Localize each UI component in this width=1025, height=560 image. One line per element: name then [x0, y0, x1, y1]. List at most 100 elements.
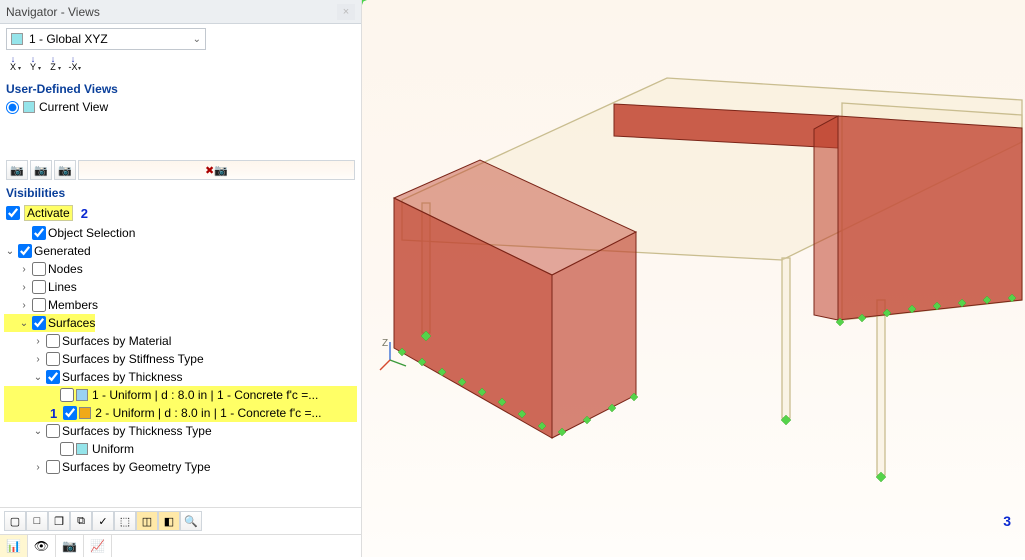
chevron-down-icon: ⌄: [193, 34, 201, 45]
axis-x-button[interactable]: ↓X▾: [3, 54, 23, 74]
camera-green-button[interactable]: 📷: [54, 160, 76, 180]
thickness-item-2[interactable]: 1 2 - Uniform | d : 8.0 in | 1 - Concrete…: [4, 404, 357, 422]
axis-z-label: Z: [382, 338, 388, 349]
tree-surfaces-by-thickness[interactable]: ⌄Surfaces by Thickness: [4, 368, 357, 386]
tool-btn-2[interactable]: □: [26, 511, 48, 531]
tab-camera[interactable]: 📷: [56, 535, 84, 557]
expand-icon[interactable]: ›: [18, 282, 30, 293]
tree-surfaces-by-geometry[interactable]: › Surfaces by Geometry Type: [4, 458, 357, 476]
axis-z-button[interactable]: ↓Z▾: [43, 54, 63, 74]
view-select-dropdown[interactable]: 1 - Global XYZ ⌄: [6, 28, 206, 50]
annotation-1: 1: [46, 406, 61, 421]
axis-neg-x-button[interactable]: ↓-X▾: [63, 54, 83, 74]
nodes-label: Nodes: [48, 262, 83, 276]
by-thickness-type-checkbox[interactable]: [46, 424, 60, 438]
thickness-1-label: 1 - Uniform | d : 8.0 in | 1 - Concrete …: [92, 388, 318, 402]
tool-btn-4[interactable]: ⧉: [70, 511, 92, 531]
expand-icon[interactable]: ›: [32, 336, 44, 347]
camera-toolbar: 📷 📷 📷 ✖📷: [0, 156, 361, 182]
tree-generated[interactable]: ⌄ Generated: [4, 242, 357, 260]
object-selection-label: Object Selection: [48, 226, 135, 240]
axis-toolbar: ↓X▾ ↓Y▾ ↓Z▾ ↓-X▾: [0, 54, 361, 78]
visibility-toolbar: ▢ □ ❐ ⧉ ✓ ⬚ ◫ ◧ 🔍: [0, 507, 361, 534]
bottom-tabs: 📊 👁 📷 📈: [0, 534, 361, 557]
uniform-checkbox[interactable]: [60, 442, 74, 456]
user-defined-views-title: User-Defined Views: [0, 78, 361, 98]
current-view-radio[interactable]: [6, 101, 19, 114]
lines-label: Lines: [48, 280, 77, 294]
surfaces-checkbox[interactable]: [32, 316, 46, 330]
generated-label: Generated: [34, 244, 91, 258]
members-label: Members: [48, 298, 98, 312]
current-view-label: Current View: [39, 100, 108, 114]
tree-surfaces[interactable]: ⌄ Surfaces: [4, 314, 95, 332]
object-selection-checkbox[interactable]: [32, 226, 46, 240]
by-stiffness-label: Surfaces by Stiffness Type: [62, 352, 204, 366]
expand-icon[interactable]: ›: [32, 462, 44, 473]
current-view-swatch-icon: [23, 101, 35, 113]
uniform-label: Uniform: [92, 442, 134, 456]
tool-btn-5[interactable]: ✓: [92, 511, 114, 531]
close-icon[interactable]: ×: [337, 4, 355, 20]
thickness-2-swatch-icon: [79, 407, 91, 419]
thickness-1-swatch-icon: [76, 389, 88, 401]
annotation-3: 3: [1003, 513, 1011, 529]
by-material-checkbox[interactable]: [46, 334, 60, 348]
tool-btn-9[interactable]: 🔍: [180, 511, 202, 531]
lines-checkbox[interactable]: [32, 280, 46, 294]
window-title: Navigator - Views: [6, 5, 100, 19]
delete-camera-button[interactable]: ✖📷: [78, 160, 355, 180]
tab-data[interactable]: 📊: [0, 535, 28, 557]
tab-eye[interactable]: 👁: [28, 535, 56, 557]
expand-icon[interactable]: ⌄: [32, 372, 44, 383]
annotation-2: 2: [77, 206, 92, 221]
thickness-type-uniform[interactable]: Uniform: [4, 440, 357, 458]
tree-members[interactable]: › Members: [4, 296, 357, 314]
members-checkbox[interactable]: [32, 298, 46, 312]
nodes-checkbox[interactable]: [32, 262, 46, 276]
expand-icon[interactable]: ⌄: [18, 318, 30, 329]
tree-surfaces-by-thickness-type[interactable]: ⌄ Surfaces by Thickness Type: [4, 422, 357, 440]
camera-blue-button[interactable]: 📷: [30, 160, 52, 180]
by-geometry-checkbox[interactable]: [46, 460, 60, 474]
visibility-tree[interactable]: Object Selection ⌄ Generated › Nodes › Line…: [0, 224, 361, 507]
structural-model-rendering: [362, 0, 1025, 557]
surfaces-label: Surfaces: [48, 316, 95, 330]
current-view-row[interactable]: Current View: [0, 98, 361, 116]
tree-surfaces-by-material[interactable]: › Surfaces by Material: [4, 332, 357, 350]
tab-results[interactable]: 📈: [84, 535, 112, 557]
tree-surfaces-by-stiffness[interactable]: › Surfaces by Stiffness Type: [4, 350, 357, 368]
expand-icon[interactable]: ›: [18, 300, 30, 311]
model-viewport[interactable]: Z 3: [362, 0, 1025, 557]
new-camera-button[interactable]: 📷: [6, 160, 28, 180]
axis-y-button[interactable]: ↓Y▾: [23, 54, 43, 74]
tool-btn-6[interactable]: ⬚: [114, 511, 136, 531]
expand-icon[interactable]: ⌄: [4, 246, 16, 257]
by-material-label: Surfaces by Material: [62, 334, 171, 348]
thickness-1-checkbox[interactable]: [60, 388, 74, 402]
by-thickness-type-label: Surfaces by Thickness Type: [62, 424, 212, 438]
thickness-2-label: 2 - Uniform | d : 8.0 in | 1 - Concrete …: [95, 406, 321, 420]
by-stiffness-checkbox[interactable]: [46, 352, 60, 366]
by-thickness-checkbox[interactable]: [46, 370, 60, 384]
view-swatch-icon: [11, 33, 23, 45]
tool-btn-7[interactable]: ◫: [136, 511, 158, 531]
generated-checkbox[interactable]: [18, 244, 32, 258]
tool-btn-3[interactable]: ❐: [48, 511, 70, 531]
activate-checkbox[interactable]: [6, 206, 20, 220]
thickness-item-1[interactable]: 1 - Uniform | d : 8.0 in | 1 - Concrete …: [4, 386, 357, 404]
tree-nodes[interactable]: › Nodes: [4, 260, 357, 278]
activate-row: Activate 2: [0, 202, 361, 224]
tool-btn-8[interactable]: ◧: [158, 511, 180, 531]
tree-lines[interactable]: › Lines: [4, 278, 357, 296]
tree-object-selection[interactable]: Object Selection: [4, 224, 357, 242]
by-geometry-label: Surfaces by Geometry Type: [62, 460, 211, 474]
navigator-panel: Navigator - Views × 1 - Global XYZ ⌄ ↓X▾…: [0, 0, 362, 557]
titlebar: Navigator - Views ×: [0, 0, 361, 24]
thickness-2-checkbox[interactable]: [63, 406, 77, 420]
expand-icon[interactable]: ›: [18, 264, 30, 275]
expand-icon[interactable]: ⌄: [32, 426, 44, 437]
tool-btn-1[interactable]: ▢: [4, 511, 26, 531]
visibilities-title: Visibilities: [0, 182, 361, 202]
expand-icon[interactable]: ›: [32, 354, 44, 365]
